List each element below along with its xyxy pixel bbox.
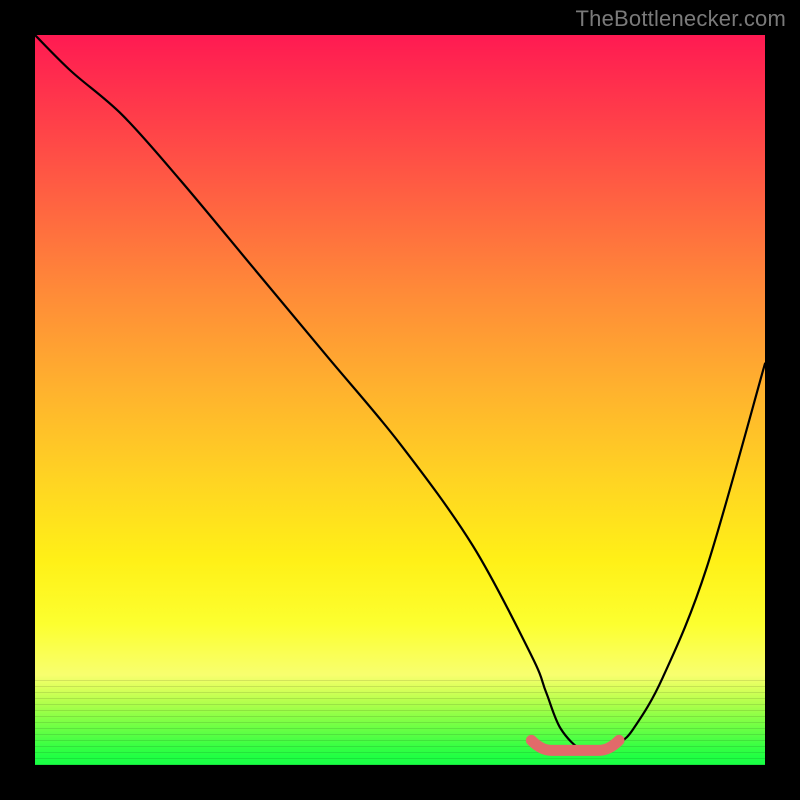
chart-svg xyxy=(35,35,765,765)
optimal-band-highlight xyxy=(531,740,619,750)
plot-area xyxy=(35,35,765,765)
watermark-text: TheBottlenecker.com xyxy=(576,6,786,32)
chart-frame: TheBottlenecker.com xyxy=(0,0,800,800)
bottleneck-curve-path xyxy=(35,35,765,752)
